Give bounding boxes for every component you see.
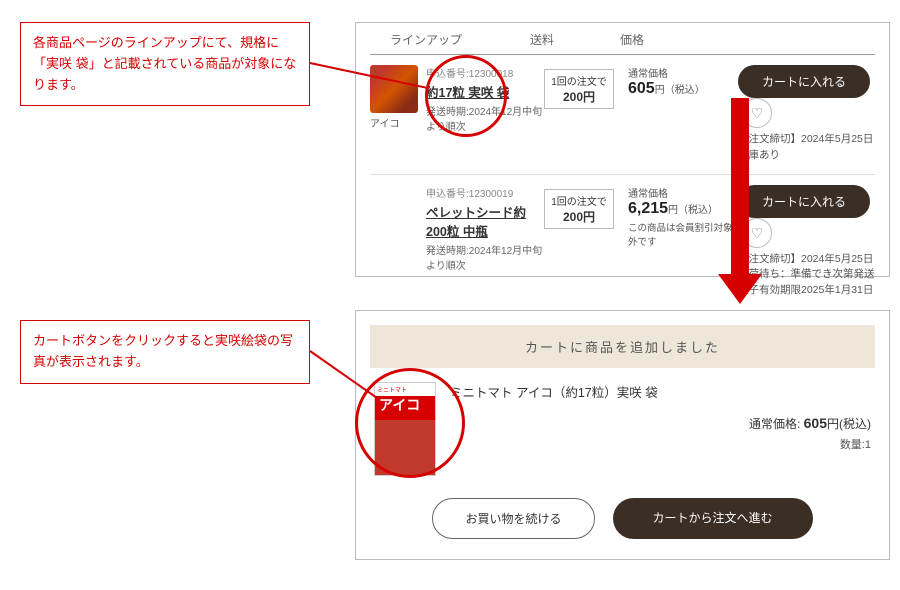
cart-item: ミニトマト アイコ ミニトマト アイコ（約17粒）実咲 袋 通常価格: 605円…: [370, 368, 875, 494]
arrow-head: [718, 274, 762, 304]
ship-period: 発送時期:2024年12月中旬より順次: [426, 103, 544, 133]
proceed-to-order-button[interactable]: カートから注文へ進む: [613, 498, 813, 539]
lineup-panel: ラインアップ 送料 価格 アイコ 申込番号:12300018 約17粒 実咲 袋…: [355, 22, 890, 277]
product-name-link[interactable]: ペレットシード約200粒 中瓶: [426, 202, 544, 240]
arrow-body: [731, 98, 749, 278]
th-ship: 送料: [530, 31, 620, 48]
product-name-link[interactable]: 約17粒 実咲 袋: [426, 82, 544, 101]
cart-price-unit: 円(税込): [827, 417, 871, 431]
order-deadline: 【注文締切】2024年5月25日: [738, 133, 873, 145]
heart-icon: ♡: [751, 105, 764, 121]
cart-item-name: ミニトマト アイコ（約17粒）実咲 袋: [450, 382, 871, 401]
ship-fee-box: 1回の注文で 200円: [544, 69, 614, 109]
cart-qty-value: 1: [865, 439, 871, 451]
cart-price-value: 605: [804, 415, 827, 431]
th-price: 価格: [620, 31, 730, 48]
thumb-caption: アイコ: [370, 115, 426, 130]
callout-spec-match: 各商品ページのラインアップにて、規格に「実咲 袋」と記載されている商品が対象にな…: [20, 22, 310, 106]
package-brand: アイコ: [379, 395, 420, 415]
table-row: アイコ 申込番号:12300018 約17粒 実咲 袋 発送時期:2024年12…: [370, 55, 875, 175]
heart-icon: ♡: [751, 225, 764, 241]
ship-fee-box: 1回の注文で 200円: [544, 189, 614, 229]
th-lineup: ラインアップ: [370, 31, 530, 48]
package-photo: ミニトマト アイコ: [374, 382, 436, 476]
order-no: 申込番号:12300018: [426, 65, 544, 80]
table-header: ラインアップ 送料 価格: [370, 31, 875, 55]
order-deadline: 【注文締切】2024年5月25日: [738, 253, 873, 265]
package-top-label: ミニトマト: [377, 385, 407, 394]
price-unit: 円（税込）: [668, 205, 718, 216]
cart-qty-label: 数量:: [840, 439, 865, 451]
ship-fee-label: 1回の注文で: [545, 73, 613, 88]
callout-cart-photo: カートボタンをクリックすると実咲絵袋の写真が表示されます。: [20, 320, 310, 384]
product-thumb[interactable]: [370, 65, 418, 113]
ship-period: 発送時期:2024年12月中旬より順次: [426, 242, 544, 272]
cart-added-banner: カートに商品を追加しました: [370, 325, 875, 368]
continue-shopping-button[interactable]: お買い物を続ける: [432, 498, 594, 539]
ship-fee-label: 1回の注文で: [545, 193, 613, 208]
ship-fee-value: 200円: [545, 208, 613, 225]
add-to-cart-button[interactable]: カートに入れる: [738, 65, 870, 98]
price-label: 通常価格: [628, 65, 738, 80]
price-label: 通常価格: [628, 185, 738, 200]
cart-confirm-panel: カートに商品を追加しました ミニトマト アイコ ミニトマト アイコ（約17粒）実…: [355, 310, 890, 560]
price-note: この商品は会員割引対象外です: [628, 220, 738, 248]
ship-fee-value: 200円: [545, 88, 613, 105]
table-row: 申込番号:12300019 ペレットシード約200粒 中瓶 発送時期:2024年…: [370, 175, 875, 309]
price-col: 通常価格 605円（税込）: [628, 65, 738, 164]
cart-price-label: 通常価格:: [749, 417, 804, 431]
price-value: 6,215: [628, 200, 668, 217]
price-unit: 円（税込）: [655, 85, 705, 96]
add-to-cart-button[interactable]: カートに入れる: [738, 185, 870, 218]
price-value: 605: [628, 80, 655, 97]
order-no: 申込番号:12300019: [426, 185, 544, 200]
